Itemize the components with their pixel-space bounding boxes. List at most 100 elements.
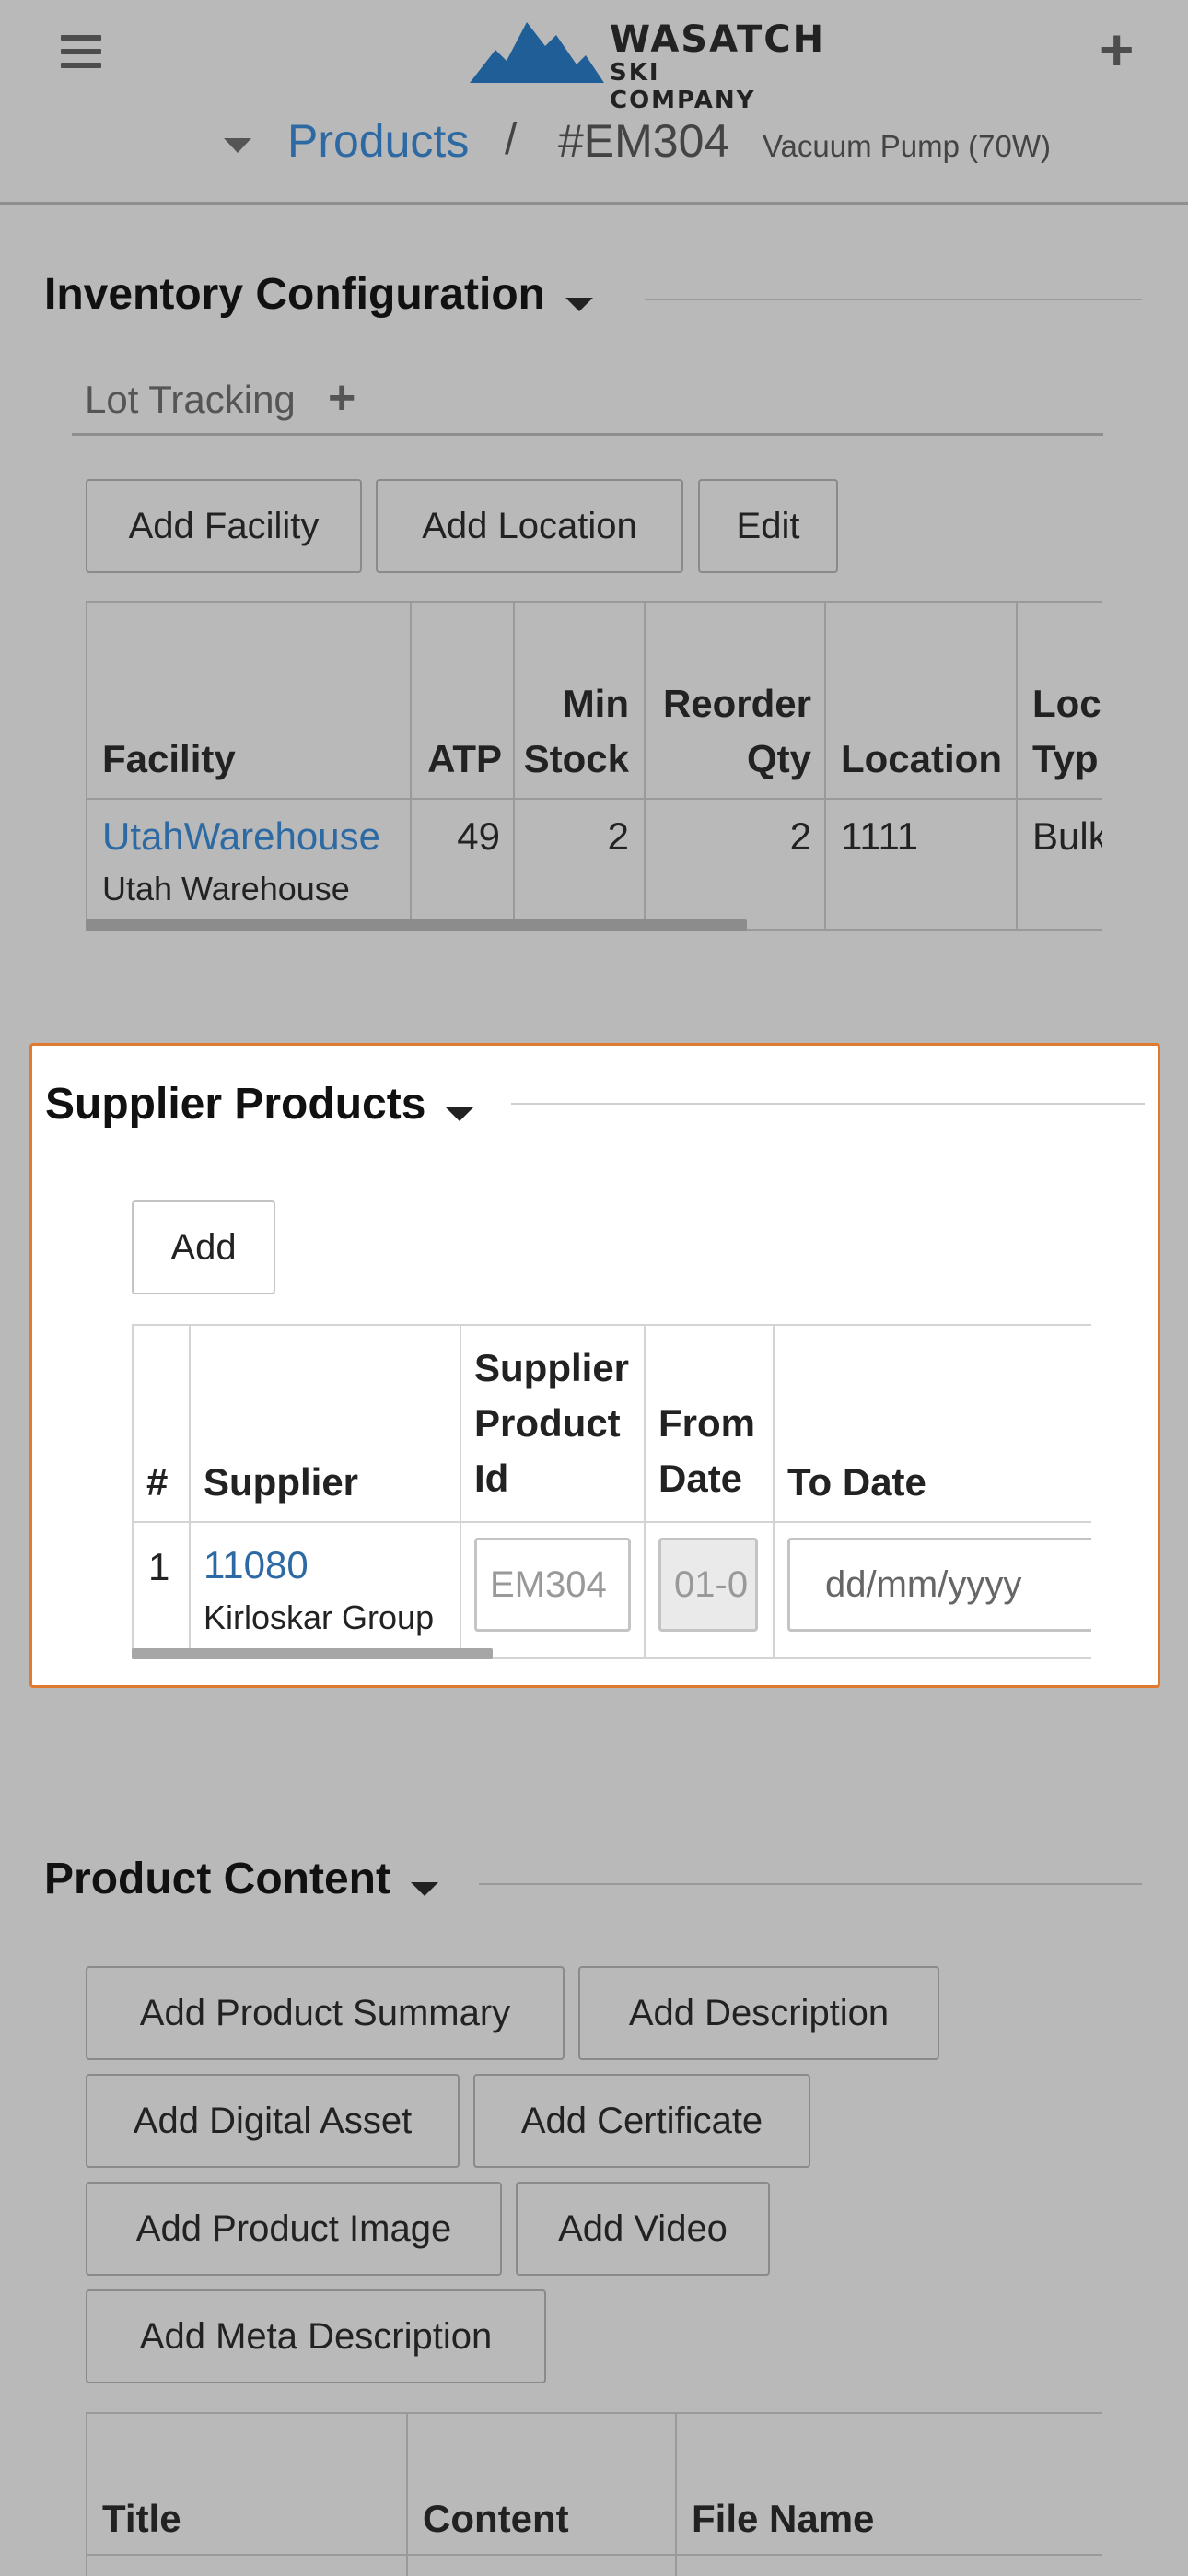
header-text: Title bbox=[102, 2497, 181, 2540]
supplier-section-header[interactable]: Supplier Products bbox=[45, 1079, 474, 1143]
table-cell-min-stock: 2 bbox=[515, 800, 646, 931]
supplier-products-table: # Supplier Supplier Product Id From Date… bbox=[132, 1324, 1091, 1659]
table-cell-reorder-qty: 2 bbox=[646, 800, 826, 931]
table-cell-supplier: 11080 Kirloskar Group bbox=[191, 1523, 461, 1659]
header-text: Min bbox=[562, 682, 629, 725]
column-header-location: Location bbox=[826, 603, 1018, 800]
plus-icon[interactable]: + bbox=[1100, 20, 1134, 79]
header-text: Supplier bbox=[474, 1346, 630, 1389]
column-header-location-type: Loca Typ bbox=[1018, 603, 1102, 800]
supplier-product-id-input[interactable]: EM304 bbox=[474, 1538, 631, 1632]
header-text: Facility bbox=[102, 737, 236, 780]
table-cell-supplier-product-id: EM304 bbox=[461, 1523, 646, 1659]
column-header-facility: Facility bbox=[87, 603, 412, 800]
product-content-section-header[interactable]: Product Content bbox=[44, 1854, 438, 1918]
section-title: Product Content bbox=[44, 1855, 390, 1903]
table-cell bbox=[87, 2556, 408, 2576]
breadcrumb: Products / #EM304 Vacuum Pump (70W) bbox=[0, 114, 1188, 179]
column-header-reorder-qty: Reorder Qty bbox=[646, 603, 826, 800]
table-cell-facility: UtahWarehouse Utah Warehouse bbox=[87, 800, 412, 931]
horizontal-scrollbar[interactable] bbox=[86, 919, 747, 931]
add-digital-asset-button[interactable]: Add Digital Asset bbox=[86, 2074, 460, 2168]
cell-text: 1 bbox=[148, 1545, 170, 1588]
add-certificate-button[interactable]: Add Certificate bbox=[473, 2074, 810, 2168]
add-facility-button[interactable]: Add Facility bbox=[86, 479, 362, 573]
breadcrumb-products-link[interactable]: Products bbox=[287, 114, 469, 168]
table-cell-location: 1111 bbox=[826, 800, 1018, 931]
section-divider bbox=[511, 1103, 1145, 1105]
product-name: Vacuum Pump (70W) bbox=[763, 129, 1051, 163]
section-divider bbox=[479, 1883, 1142, 1885]
header-text: Qty bbox=[746, 737, 811, 780]
section-divider bbox=[645, 299, 1142, 300]
plus-icon[interactable]: + bbox=[328, 370, 355, 426]
to-date-input[interactable]: dd/mm/yyyy bbox=[787, 1538, 1091, 1632]
table-cell-from-date: 01-0 bbox=[646, 1523, 775, 1659]
product-id: #EM304 bbox=[558, 115, 730, 167]
breadcrumb-separator: / bbox=[505, 115, 518, 164]
column-header-supplier-product-id: Supplier Product Id bbox=[461, 1326, 646, 1523]
chevron-down-icon[interactable] bbox=[446, 1107, 474, 1122]
brand-name: WASATCH bbox=[610, 18, 826, 61]
header-text: Typ bbox=[1032, 737, 1099, 780]
header-text: Reorder bbox=[662, 682, 811, 725]
hamburger-menu-icon[interactable] bbox=[61, 31, 101, 72]
header-text: Loca bbox=[1032, 682, 1102, 725]
add-location-button[interactable]: Add Location bbox=[376, 479, 683, 573]
column-header-to-date: To Date bbox=[775, 1326, 1091, 1523]
facility-name: Utah Warehouse bbox=[102, 870, 350, 907]
header-text: Date bbox=[658, 1457, 743, 1500]
header-text: File Name bbox=[692, 2497, 875, 2540]
mountain-logo-icon bbox=[470, 22, 604, 83]
header-text: # bbox=[146, 1460, 169, 1504]
lot-tracking-label: Lot Tracking bbox=[85, 378, 296, 421]
brand-subtitle: SKI COMPANY bbox=[610, 59, 756, 114]
edit-button[interactable]: Edit bbox=[698, 479, 838, 573]
column-header-title: Title bbox=[87, 2414, 408, 2556]
cell-text: 2 bbox=[789, 814, 811, 858]
lot-tracking-divider bbox=[72, 433, 1103, 436]
column-header-supplier: Supplier bbox=[191, 1326, 461, 1523]
brand-logo[interactable]: WASATCH SKI COMPANY bbox=[470, 15, 823, 114]
add-description-button[interactable]: Add Description bbox=[578, 1966, 939, 2060]
column-header-number: # bbox=[134, 1326, 191, 1523]
header-text: Location bbox=[841, 737, 1002, 780]
header-text: Id bbox=[474, 1457, 509, 1500]
cell-text: Bulk bbox=[1032, 814, 1102, 858]
section-title: Inventory Configuration bbox=[44, 270, 545, 319]
supplier-link[interactable]: 11080 bbox=[204, 1543, 309, 1587]
cell-text: 2 bbox=[607, 814, 629, 858]
chevron-down-icon[interactable] bbox=[565, 298, 593, 312]
table-cell bbox=[408, 2556, 677, 2576]
inventory-section-header[interactable]: Inventory Configuration bbox=[44, 269, 593, 334]
supplier-products-panel: Supplier Products Add # Supplier Supplie… bbox=[29, 1043, 1160, 1688]
header-text: Supplier bbox=[204, 1460, 359, 1504]
table-cell-location-type: Bulk bbox=[1018, 800, 1102, 931]
chevron-down-icon[interactable] bbox=[224, 138, 251, 153]
table-cell bbox=[677, 2556, 1102, 2576]
column-header-atp: ATP bbox=[412, 603, 515, 800]
header-text: Product bbox=[474, 1401, 621, 1445]
top-bar: WASATCH SKI COMPANY + Products / #EM304 … bbox=[0, 0, 1188, 205]
header-text: Content bbox=[423, 2497, 569, 2540]
header-text: ATP bbox=[427, 737, 502, 780]
add-video-button[interactable]: Add Video bbox=[516, 2182, 770, 2276]
table-cell-number: 1 bbox=[134, 1523, 191, 1659]
facility-link[interactable]: UtahWarehouse bbox=[102, 814, 380, 859]
column-header-file-name: File Name bbox=[677, 2414, 1102, 2556]
from-date-input: 01-0 bbox=[658, 1538, 758, 1632]
add-supplier-product-button[interactable]: Add bbox=[132, 1200, 275, 1294]
add-product-summary-button[interactable]: Add Product Summary bbox=[86, 1966, 565, 2060]
chevron-down-icon[interactable] bbox=[410, 1882, 438, 1897]
cell-text: 49 bbox=[457, 814, 500, 858]
column-header-min-stock: Min Stock bbox=[515, 603, 646, 800]
inventory-table: Facility ATP Min Stock Reorder Qty Locat… bbox=[86, 601, 1102, 931]
horizontal-scrollbar[interactable] bbox=[132, 1648, 493, 1659]
section-title: Supplier Products bbox=[45, 1080, 426, 1129]
column-header-content: Content bbox=[408, 2414, 677, 2556]
add-product-image-button[interactable]: Add Product Image bbox=[86, 2182, 502, 2276]
add-meta-description-button[interactable]: Add Meta Description bbox=[86, 2289, 546, 2383]
table-cell-atp: 49 bbox=[412, 800, 515, 931]
header-text: To Date bbox=[787, 1460, 926, 1504]
header-text: Stock bbox=[523, 737, 629, 780]
